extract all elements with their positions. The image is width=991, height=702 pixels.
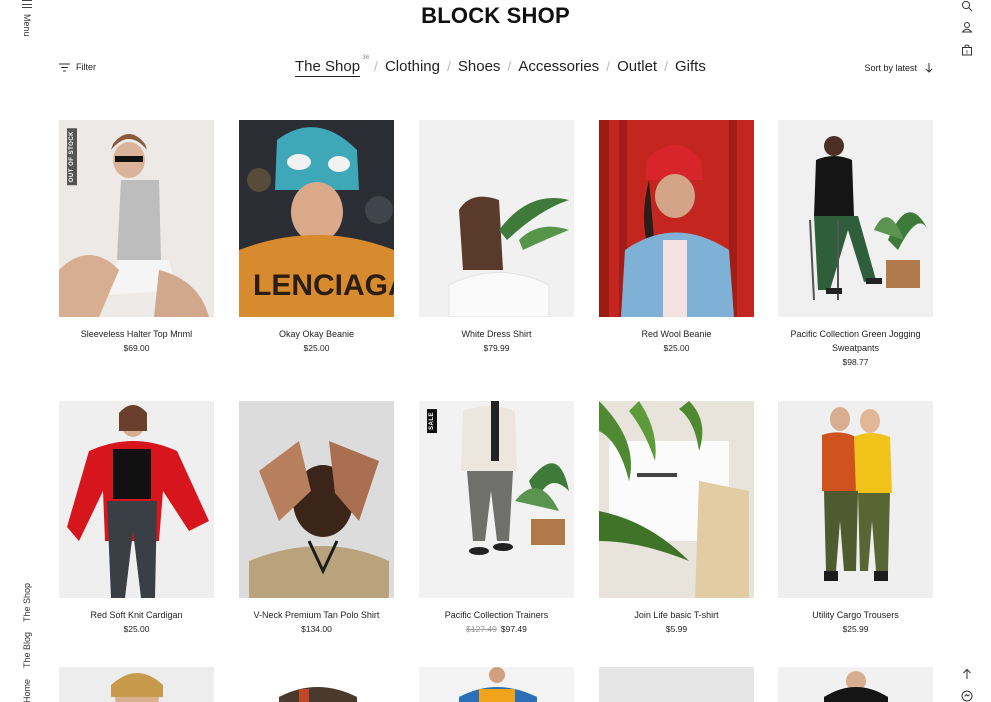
nav-item-shoes[interactable]: Shoes: [458, 58, 501, 75]
sort-label: Sort by latest: [864, 63, 917, 73]
nav-separator: /: [507, 58, 512, 74]
nav-separator: /: [606, 58, 611, 74]
product-price: $25.00: [123, 624, 150, 634]
sale-price: $97.49: [500, 624, 527, 634]
product-image[interactable]: [599, 401, 754, 598]
filter-label: Filter: [76, 62, 96, 72]
product-card[interactable]: Join Life basic T-shirt $5.99: [599, 401, 754, 636]
arrow-down-icon: [925, 63, 933, 73]
product-price: $25.00: [663, 343, 690, 353]
shop-count-badge: 36: [362, 55, 370, 61]
product-name[interactable]: Sleeveless Halter Top Mnml: [59, 327, 214, 341]
product-image[interactable]: [239, 667, 394, 702]
nav-item-accessories[interactable]: Accessories: [518, 58, 599, 75]
chat-icon[interactable]: [961, 690, 973, 702]
product-image[interactable]: [778, 401, 933, 598]
nav-item-outlet[interactable]: Outlet: [617, 58, 657, 75]
product-card[interactable]: LENCIAGA Okay Okay Beanie $25.00: [239, 120, 394, 355]
product-name[interactable]: Red Wool Beanie: [599, 327, 754, 341]
filter-icon: [59, 63, 70, 71]
rail-link-shop[interactable]: The Shop: [22, 583, 32, 622]
product-price: $25.00: [303, 343, 330, 353]
product-image[interactable]: [59, 401, 214, 598]
product-image[interactable]: SALE: [419, 401, 574, 598]
out-of-stock-badge: OUT OF STOCK: [67, 128, 77, 186]
category-nav: The Shop 36 / Clothing / Shoes / Accessor…: [295, 55, 706, 77]
product-card[interactable]: OUT OF STOCK Sleeveless Halter Top Mnml …: [59, 120, 214, 355]
product-image[interactable]: [599, 120, 754, 317]
original-price: $127.49: [466, 624, 497, 634]
product-price: $98.77: [842, 357, 869, 367]
product-image[interactable]: OUT OF STOCK: [59, 120, 214, 317]
product-card[interactable]: SALE Pacific Collection Trainers $127.49…: [419, 401, 574, 636]
sale-badge: SALE: [427, 409, 437, 434]
brand-logo[interactable]: BLOCK SHOP: [0, 3, 991, 29]
product-name[interactable]: White Dress Shirt: [419, 327, 574, 341]
svg-text:0: 0: [966, 50, 969, 55]
product-price: $69.00: [123, 343, 150, 353]
rail-link-home[interactable]: Home: [22, 679, 32, 702]
nav-separator: /: [374, 58, 378, 74]
product-card[interactable]: Red Wool Beanie $25.00: [599, 120, 754, 355]
svg-text:LENCIAGA: LENCIAGA: [253, 269, 394, 302]
nav-separator: /: [446, 58, 451, 74]
product-image[interactable]: LENCIAGA: [239, 120, 394, 317]
product-card[interactable]: Red Soft Knit Cardigan $25.00: [59, 401, 214, 636]
product-price: $25.99: [842, 624, 869, 634]
product-price: $5.99: [665, 624, 688, 634]
product-name[interactable]: Red Soft Knit Cardigan: [59, 608, 214, 622]
product-image[interactable]: [599, 667, 754, 702]
product-name[interactable]: V-Neck Premium Tan Polo Shirt: [239, 608, 394, 622]
filter-button[interactable]: Filter: [59, 62, 96, 72]
product-price: $134.00: [301, 624, 332, 634]
product-price: $127.49 $97.49: [419, 622, 574, 636]
product-image[interactable]: [778, 120, 933, 317]
back-to-top-icon[interactable]: [961, 668, 973, 680]
product-name[interactable]: Pacific Collection Trainers: [419, 608, 574, 622]
rail-link-blog[interactable]: The Blog: [22, 632, 32, 668]
product-card[interactable]: White Dress Shirt $79.99: [419, 120, 574, 355]
product-image[interactable]: [419, 120, 574, 317]
product-name[interactable]: Utility Cargo Trousers: [778, 608, 933, 622]
product-image[interactable]: [778, 667, 933, 702]
product-image[interactable]: [239, 401, 394, 598]
nav-item-the-shop[interactable]: The Shop 36: [295, 55, 369, 77]
product-image[interactable]: [419, 667, 574, 702]
product-card[interactable]: V-Neck Premium Tan Polo Shirt $134.00: [239, 401, 394, 636]
product-name[interactable]: Okay Okay Beanie: [239, 327, 394, 341]
product-card[interactable]: Pacific Collection Green Jogging Sweatpa…: [778, 120, 933, 369]
product-image[interactable]: [59, 667, 214, 702]
nav-separator: /: [664, 58, 668, 74]
cart-icon[interactable]: 0: [961, 44, 973, 56]
nav-item-clothing[interactable]: Clothing: [385, 58, 440, 75]
nav-item-gifts[interactable]: Gifts: [675, 58, 706, 75]
product-name[interactable]: Pacific Collection Green Jogging Sweatpa…: [778, 327, 933, 355]
product-card[interactable]: Utility Cargo Trousers $25.99: [778, 401, 933, 636]
product-price: $79.99: [483, 343, 510, 353]
sort-dropdown[interactable]: Sort by latest: [864, 63, 933, 73]
product-name[interactable]: Join Life basic T-shirt: [599, 608, 754, 622]
